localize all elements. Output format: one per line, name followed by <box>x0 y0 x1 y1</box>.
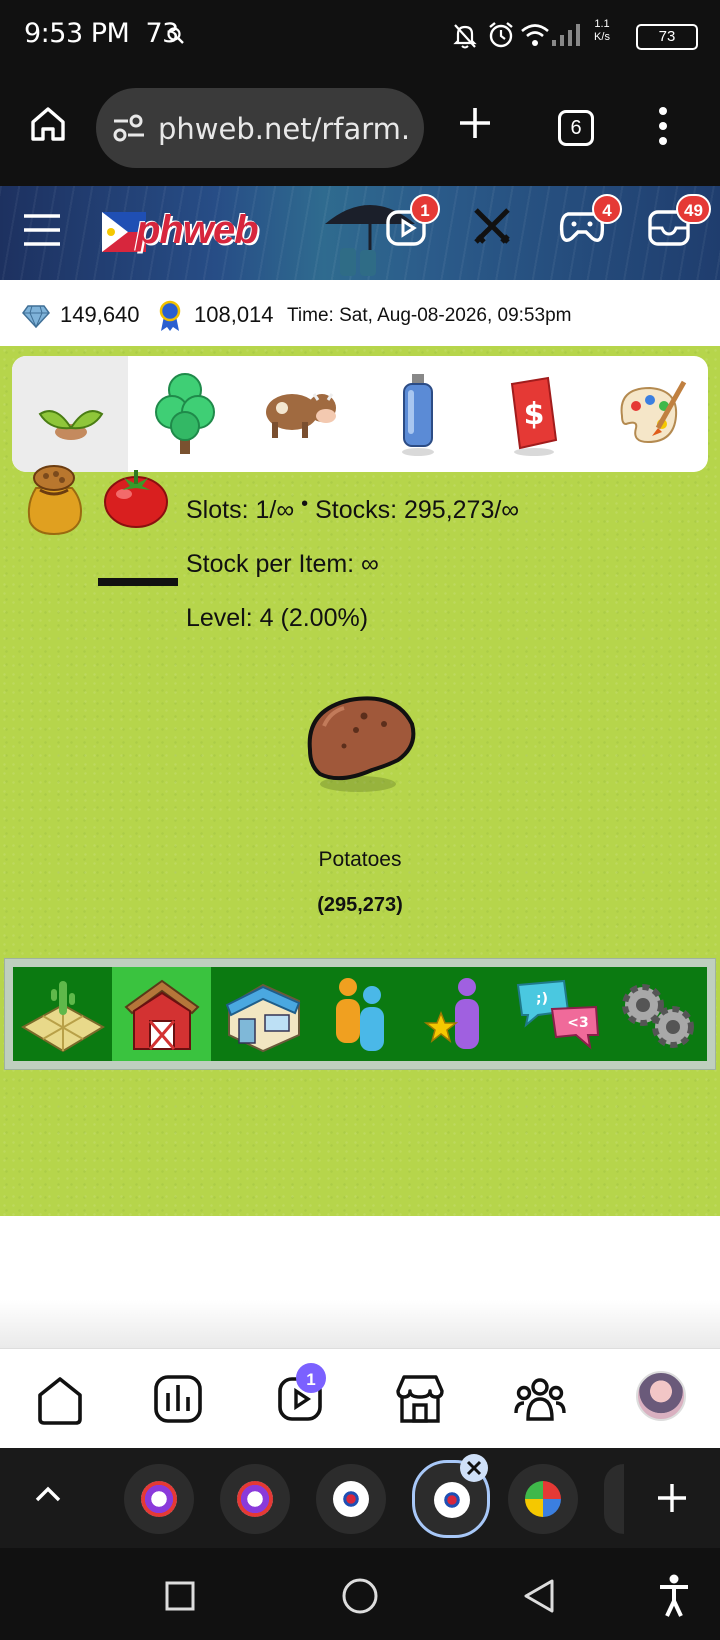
tab-animals[interactable] <box>244 356 360 472</box>
browser-toolbar: phweb.net/rfarm. 6 <box>0 72 720 186</box>
gems-value: 149,640 <box>60 302 140 327</box>
svg-text:;): ;) <box>536 991 548 1007</box>
accessibility-icon[interactable] <box>658 1574 690 1618</box>
games-badge: 4 <box>592 194 622 224</box>
currency-info-bar: 149,640 108,014 Time: Sat, Aug-08-2026, … <box>0 280 720 346</box>
tree-icon <box>155 373 215 454</box>
tool-farm[interactable] <box>13 967 112 1061</box>
chat-bubbles-icon: ;) <3 <box>516 979 600 1050</box>
star-user-icon <box>423 978 479 1049</box>
favicon-icon <box>237 1481 273 1517</box>
gem-icon <box>22 305 50 328</box>
tab-tools[interactable] <box>360 356 476 472</box>
wifi-icon <box>521 24 549 46</box>
stats-nav-icon[interactable] <box>150 1371 206 1427</box>
back-icon[interactable] <box>522 1578 556 1614</box>
tool-barn-storage[interactable] <box>112 967 211 1061</box>
tab-decorations[interactable] <box>592 356 708 472</box>
ribbon-icon <box>159 300 181 331</box>
level-stat: Level: 4 (2.00%) <box>186 604 369 632</box>
farm-game-area: $ Slots: 1/∞ • Stocks: 295,273/∞ Stock p… <box>0 346 720 1216</box>
address-bar[interactable]: phweb.net/rfarm. <box>96 88 424 168</box>
content-fade <box>0 1300 720 1350</box>
friends-icon <box>336 978 384 1051</box>
phweb-logo[interactable]: phweb <box>102 204 272 260</box>
tool-settings[interactable] <box>607 967 706 1061</box>
home-circle-icon[interactable] <box>340 1576 380 1616</box>
tab-cash-items[interactable]: $ <box>476 356 592 472</box>
groups-nav-icon[interactable] <box>512 1371 568 1427</box>
status-bar: 9:53 PM 73 1.1 K/s 73 <box>0 0 720 72</box>
tool-friends[interactable] <box>310 967 409 1061</box>
logo-text: phweb <box>136 208 259 252</box>
site-bottom-nav: 1 <box>0 1348 720 1448</box>
recents-icon[interactable] <box>164 1580 196 1612</box>
tool-chat[interactable]: ;) <3 <box>508 967 607 1061</box>
close-tab-icon[interactable] <box>458 1452 490 1484</box>
seed-bag-icon[interactable] <box>22 464 86 536</box>
url-text: phweb.net/rfarm. <box>158 112 411 146</box>
tab-crops[interactable] <box>12 356 128 472</box>
storage-category-tabs: $ <box>12 356 708 472</box>
signal-icon <box>552 24 580 46</box>
chevron-up-icon[interactable] <box>34 1484 62 1504</box>
home-nav-icon[interactable] <box>32 1371 88 1427</box>
product-name: Potatoes <box>318 848 402 871</box>
spray-can-icon <box>402 374 434 456</box>
home-icon[interactable] <box>28 104 68 144</box>
browser-tab-strip <box>0 1448 720 1548</box>
farm-field-icon <box>21 981 105 1053</box>
tab-bubble-2[interactable] <box>220 1464 290 1534</box>
tool-shop[interactable] <box>211 967 310 1061</box>
sprout-icon <box>38 410 104 440</box>
barn-icon <box>124 979 200 1050</box>
messages-badge: 49 <box>676 194 711 224</box>
status-time: 9:53 PM 73 <box>24 18 179 49</box>
tab-bubble-3[interactable] <box>316 1464 386 1534</box>
more-menu-icon[interactable] <box>658 106 668 146</box>
svg-text:$: $ <box>524 397 545 432</box>
potato-icon[interactable] <box>300 686 422 808</box>
phweb-favicon-icon <box>434 1482 470 1518</box>
game-main-toolbar: ;) <3 <box>4 958 716 1070</box>
product-quantity: (295,273) <box>317 894 403 916</box>
reels-nav-badge: 1 <box>296 1363 326 1393</box>
hamburger-menu-icon[interactable] <box>22 212 62 248</box>
add-tab-icon[interactable] <box>656 1482 688 1514</box>
tool-achievements[interactable] <box>409 967 508 1061</box>
site-settings-icon[interactable] <box>112 114 146 142</box>
tomato-icon[interactable] <box>102 464 170 530</box>
stock-per-item-stat: Stock per Item: ∞ <box>186 550 379 578</box>
system-nav-bar <box>0 1548 720 1640</box>
tab-switcher-button[interactable]: 6 <box>558 110 594 146</box>
favicon-icon <box>141 1481 177 1517</box>
site-header: phweb 1 4 49 <box>0 186 720 280</box>
paint-palette-icon <box>620 380 687 444</box>
reels-badge: 1 <box>410 194 440 224</box>
cow-icon <box>266 393 336 438</box>
battery-indicator: 73 <box>636 24 698 50</box>
battle-swords-icon[interactable] <box>470 204 516 250</box>
svg-text:<3: <3 <box>567 1015 588 1031</box>
tab-bubble-5[interactable] <box>508 1464 578 1534</box>
search-icon <box>167 27 184 44</box>
tab-trees[interactable] <box>128 356 244 472</box>
tab-bubble-6[interactable] <box>604 1464 624 1534</box>
gears-icon <box>622 984 694 1048</box>
server-time: Time: Sat, Aug-08-2026, 09:53pm <box>287 305 572 326</box>
ribbons-value: 108,014 <box>194 302 274 327</box>
tab-bubble-1[interactable] <box>124 1464 194 1534</box>
shop-icon <box>225 983 301 1053</box>
profile-avatar[interactable] <box>636 1371 686 1421</box>
marketplace-nav-icon[interactable] <box>392 1371 448 1427</box>
alarm-icon <box>489 22 513 48</box>
selected-item-indicator <box>98 578 178 586</box>
favicon-icon <box>525 1481 561 1517</box>
phweb-favicon-icon <box>333 1481 369 1517</box>
new-tab-icon[interactable] <box>458 106 492 140</box>
slots-stat: Slots: 1/∞ • Stocks: 295,273/∞ <box>186 493 520 524</box>
network-speed: 1.1 K/s <box>594 18 610 43</box>
cash-card-icon: $ <box>510 376 558 456</box>
mute-notifications-icon <box>453 24 477 49</box>
